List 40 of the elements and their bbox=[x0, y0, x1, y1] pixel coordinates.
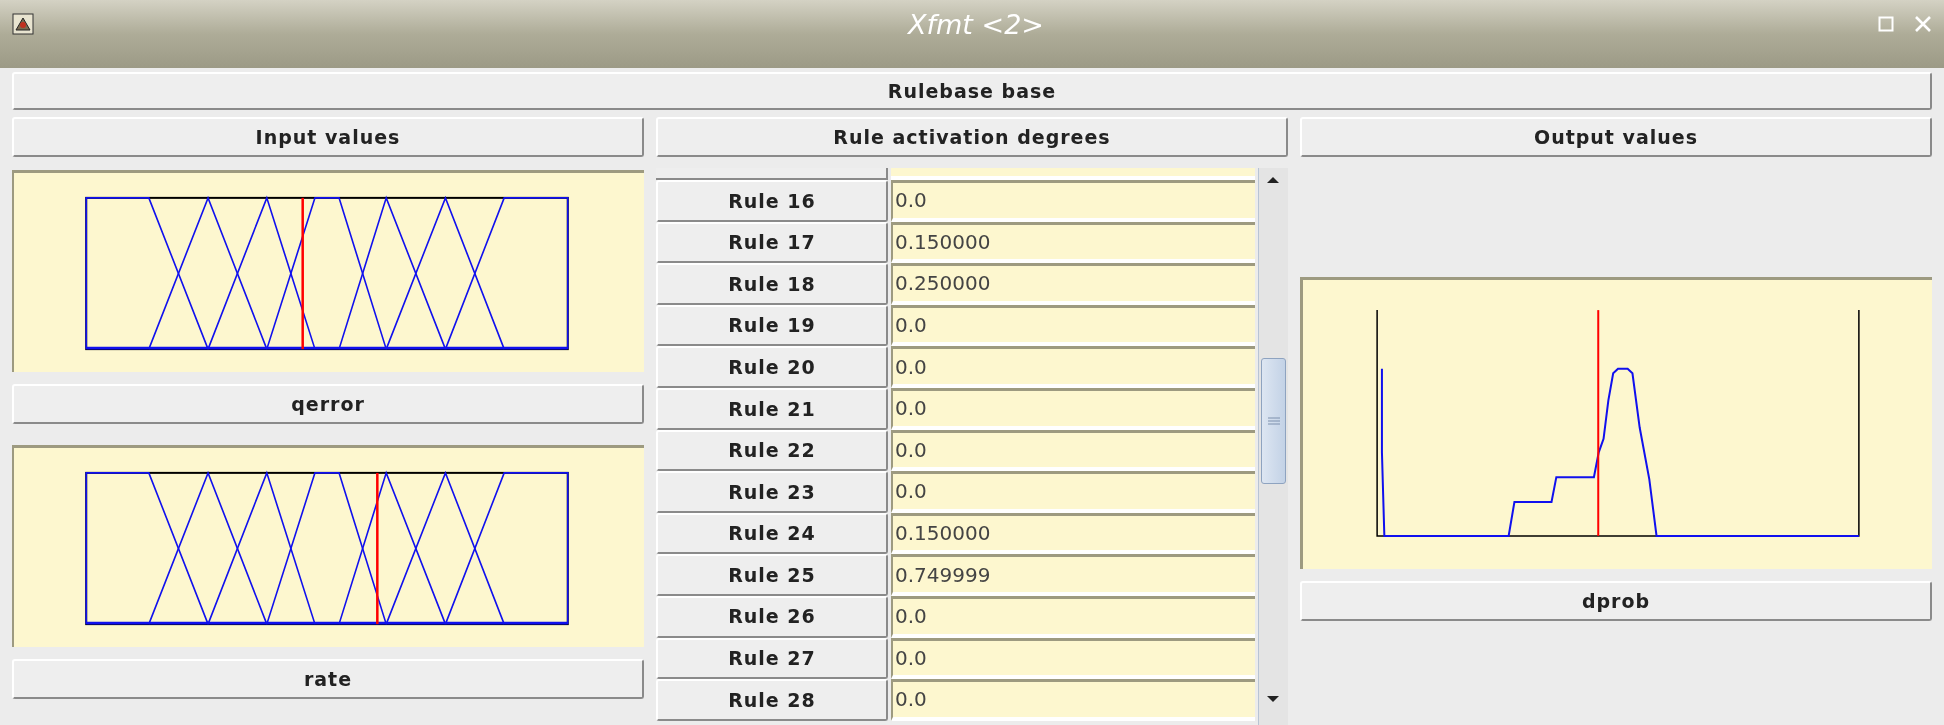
rule-button[interactable]: Rule 25 bbox=[656, 554, 888, 596]
rule-button[interactable]: Rule 23 bbox=[656, 471, 888, 513]
activation-field[interactable]: 0.0 bbox=[891, 679, 1255, 721]
rule-button[interactable]: Rule 24 bbox=[656, 512, 888, 555]
column-header-button[interactable]: Output values bbox=[1300, 117, 1932, 157]
activation-field[interactable]: 0.0 bbox=[891, 471, 1255, 513]
rule-button[interactable]: Rule 16 bbox=[656, 180, 888, 222]
window-title: Xfmt <2> bbox=[908, 7, 1044, 42]
activation-field[interactable]: 0.0 bbox=[891, 387, 1255, 430]
variable-button[interactable]: dprob bbox=[1300, 581, 1932, 621]
rule-button[interactable]: Rule 26 bbox=[656, 595, 888, 638]
variable-button[interactable]: rate bbox=[12, 659, 644, 699]
close-icon[interactable] bbox=[1914, 15, 1932, 33]
scrollbar[interactable] bbox=[1258, 168, 1288, 725]
activation-field[interactable]: 0.0 bbox=[891, 637, 1255, 680]
app-icon[interactable] bbox=[12, 13, 34, 35]
activation-field[interactable]: 0.0 bbox=[891, 429, 1255, 472]
activation-field[interactable]: 0.749999 bbox=[891, 554, 1255, 596]
rule-button[interactable]: Rule 28 bbox=[656, 679, 888, 721]
maximize-icon[interactable] bbox=[1878, 16, 1894, 32]
rulebase-button[interactable]: Rulebase base bbox=[12, 72, 1932, 110]
activation-field-edge[interactable] bbox=[891, 168, 1255, 180]
column-header-button[interactable]: Rule activation degrees bbox=[656, 117, 1288, 157]
activation-field[interactable]: 0.250000 bbox=[891, 263, 1255, 305]
rule-button[interactable]: Rule 21 bbox=[656, 387, 888, 430]
activation-field[interactable]: 0.0 bbox=[891, 304, 1255, 347]
variable-button[interactable]: qerror bbox=[12, 384, 644, 424]
rule-button[interactable]: Rule 20 bbox=[656, 346, 888, 388]
activation-field[interactable]: 0.0 bbox=[891, 346, 1255, 388]
column-header-button[interactable]: Input values bbox=[12, 117, 644, 157]
activation-field[interactable]: 0.0 bbox=[891, 595, 1255, 638]
activation-field[interactable]: 0.150000 bbox=[891, 221, 1255, 264]
activation-field[interactable]: 0.0 bbox=[891, 180, 1255, 222]
rule-button[interactable]: Rule 22 bbox=[656, 429, 888, 472]
grip-icon[interactable] bbox=[1266, 417, 1281, 425]
activation-field[interactable]: 0.150000 bbox=[891, 512, 1255, 555]
rule-button[interactable]: Rule 19 bbox=[656, 304, 888, 347]
rule-button[interactable]: Rule 18 bbox=[656, 263, 888, 305]
rule-button[interactable]: Rule 27 bbox=[656, 637, 888, 680]
rule-button[interactable]: Rule 17 bbox=[656, 221, 888, 264]
